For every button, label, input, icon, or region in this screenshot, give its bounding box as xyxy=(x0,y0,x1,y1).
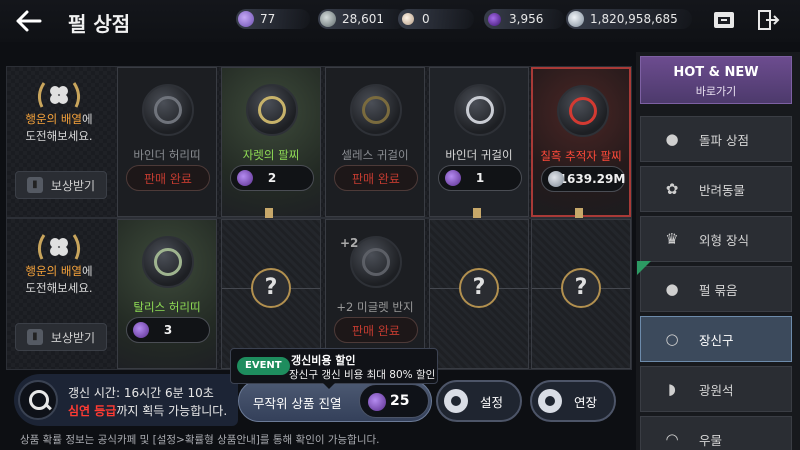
storage-box-icon[interactable] xyxy=(712,8,736,32)
item-name: 바인더 귀걸이 xyxy=(445,148,513,162)
settings-button[interactable]: 설정 xyxy=(436,380,522,422)
sidebar-item-accessories[interactable]: ○ 장신구 xyxy=(640,316,792,362)
silver-coin-icon xyxy=(320,11,336,27)
hidden-item-slot[interactable]: ? xyxy=(531,219,631,369)
sold-out-label: 판매 완료 xyxy=(126,165,210,191)
mileage-coin-icon xyxy=(238,11,254,27)
currency-mileage: 77 xyxy=(236,9,310,29)
refresh-info-panel: 갱신 시간: 16시간 6분 10초 심연 등급까지 획득 가능합니다. xyxy=(14,374,238,426)
shop-item-slot[interactable]: +2 +2 미글렛 반지 판매 완료 xyxy=(325,219,425,369)
claim-reward-button[interactable]: ▮ 보상받기 xyxy=(15,171,107,199)
purple-pearl-icon xyxy=(133,322,149,338)
bracelet-icon xyxy=(246,84,298,136)
claim-reward-button[interactable]: ▮ 보상받기 xyxy=(15,323,107,351)
price-button[interactable]: 3 xyxy=(126,317,210,343)
hidden-item-slot[interactable]: ? xyxy=(429,219,529,369)
hot-new-shortcut-button[interactable]: HOT & NEW 바로가기 xyxy=(640,56,792,104)
sold-out-label: 판매 완료 xyxy=(334,317,418,343)
sold-out-label: 판매 완료 xyxy=(334,165,418,191)
currency-silver: 1,820,958,685 xyxy=(566,9,692,29)
page-title: 펄 상점 xyxy=(68,12,131,36)
sidebar-item-breakthrough[interactable]: ● 돌파 상점 xyxy=(640,116,792,162)
shop-item-slot[interactable]: 칠흑 추적자 팔찌 1639.29M xyxy=(531,67,631,217)
breakthrough-icon: ● xyxy=(665,130,679,148)
probability-notice: 상품 확률 정보는 공식카페 및 [설정>확률형 상품안내]를 통해 확인이 가… xyxy=(20,434,380,446)
refresh-timer: 갱신 시간: 16시간 6분 10초 xyxy=(68,386,214,400)
silver-icon xyxy=(548,171,564,187)
currency-purple-pearl: 3,956 xyxy=(484,9,564,29)
shop-item-slot[interactable]: 바인더 귀걸이 1 xyxy=(429,67,529,217)
luck-description: 행운의 배열에 도전해보세요. xyxy=(25,264,93,295)
gift-icon: ▮ xyxy=(26,329,43,345)
belt-icon xyxy=(142,236,194,288)
shop-item-slot[interactable]: 셀레스 귀걸이 판매 완료 xyxy=(325,67,425,217)
top-bar: 펄 상점 77 28,601 0 3,956 1,820,958,685 xyxy=(0,0,800,42)
event-badge: EVENT xyxy=(237,357,290,375)
laurel-clover-icon xyxy=(37,234,81,260)
exit-door-icon[interactable] xyxy=(756,8,780,32)
shop-item-slot[interactable]: 탈리스 허리띠 3 xyxy=(117,219,217,369)
sidebar-item-pearl-bundle[interactable]: ● 펄 묶음 xyxy=(637,261,792,312)
currency-pearl: 0 xyxy=(398,9,474,29)
sidebar-item-pets[interactable]: ✿ 반려동물 xyxy=(640,166,792,212)
item-name: +2 미글렛 반지 xyxy=(336,300,414,314)
purple-pearl-icon xyxy=(237,170,253,186)
random-price: 25 xyxy=(359,384,429,418)
grade-info: 심연 등급까지 획득 가능합니다. xyxy=(68,404,228,418)
enhance-level-badge: +2 xyxy=(340,236,359,250)
sidebar-item-well[interactable]: ◠ 우물 xyxy=(640,416,792,450)
random-display-button[interactable]: 무작위 상품 진열 25 xyxy=(238,380,432,422)
back-arrow-icon[interactable] xyxy=(12,6,46,36)
silver-icon xyxy=(568,11,584,27)
pearl-icon xyxy=(402,13,414,25)
category-sidebar: HOT & NEW 바로가기 ● 돌파 상점 ✿ 반려동물 ♛ 외형 장식 ● 펄 묶음… xyxy=(636,52,800,450)
gift-icon: ▮ xyxy=(26,177,43,193)
price-button[interactable]: 1639.29M xyxy=(541,166,625,192)
earring-icon xyxy=(350,84,402,136)
luck-array-panel: 행운의 배열에 도전해보세요. ▮ 보상받기 xyxy=(7,67,111,217)
belt-icon xyxy=(142,84,194,136)
earring-icon xyxy=(454,84,506,136)
bracelet-icon xyxy=(557,85,609,137)
price-button[interactable]: 1 xyxy=(438,165,522,191)
paw-icon: ✿ xyxy=(665,180,679,198)
crown-icon: ♛ xyxy=(665,230,679,248)
currency-silver-coin: 28,601 xyxy=(318,9,406,29)
gear-icon xyxy=(444,389,468,413)
shop-item-slot[interactable]: 바인더 허리띠 판매 완료 xyxy=(117,67,217,217)
crystal-icon: ◗ xyxy=(668,380,676,398)
item-name: 바인더 허리띠 xyxy=(133,148,201,162)
search-icon[interactable] xyxy=(18,380,58,420)
purple-pearl-icon xyxy=(368,393,386,411)
luck-array-panel: 행운의 배열에 도전해보세요. ▮ 보상받기 xyxy=(7,219,111,369)
gear-icon xyxy=(538,389,562,413)
well-icon: ◠ xyxy=(665,430,679,448)
event-tag-icon xyxy=(637,261,651,275)
event-tooltip: EVENT 갱신비용 할인 장신구 갱신 비용 최대 80% 할인 xyxy=(230,348,438,389)
item-name: 셀레스 귀걸이 xyxy=(341,148,409,162)
purple-pearl-icon xyxy=(445,170,461,186)
ring-icon: ○ xyxy=(665,330,679,348)
question-mark-icon: ? xyxy=(459,268,499,308)
shop-item-slot[interactable]: 자렛의 팔찌 2 xyxy=(221,67,321,217)
laurel-clover-icon xyxy=(37,82,81,108)
price-button[interactable]: 2 xyxy=(230,165,314,191)
sidebar-item-costume[interactable]: ♛ 외형 장식 xyxy=(640,216,792,262)
sidebar-item-crystal[interactable]: ◗ 광원석 xyxy=(640,366,792,412)
luck-description: 행운의 배열에 도전해보세요. xyxy=(25,112,93,143)
hidden-item-slot[interactable]: ? xyxy=(221,219,321,369)
question-mark-icon: ? xyxy=(561,268,601,308)
item-name: 자렛의 팔찌 xyxy=(242,148,300,162)
pearl-bundle-icon: ● xyxy=(665,280,679,298)
item-name: 탈리스 허리띠 xyxy=(133,300,201,314)
question-mark-icon: ? xyxy=(251,268,291,308)
extend-button[interactable]: 연장 xyxy=(530,380,616,422)
shop-row-1: 행운의 배열에 도전해보세요. ▮ 보상받기 바인더 허리띠 판매 완료 자렛의… xyxy=(6,66,632,218)
purple-pearl-icon xyxy=(488,12,501,26)
item-name: 칠흑 추적자 팔찌 xyxy=(540,149,622,163)
